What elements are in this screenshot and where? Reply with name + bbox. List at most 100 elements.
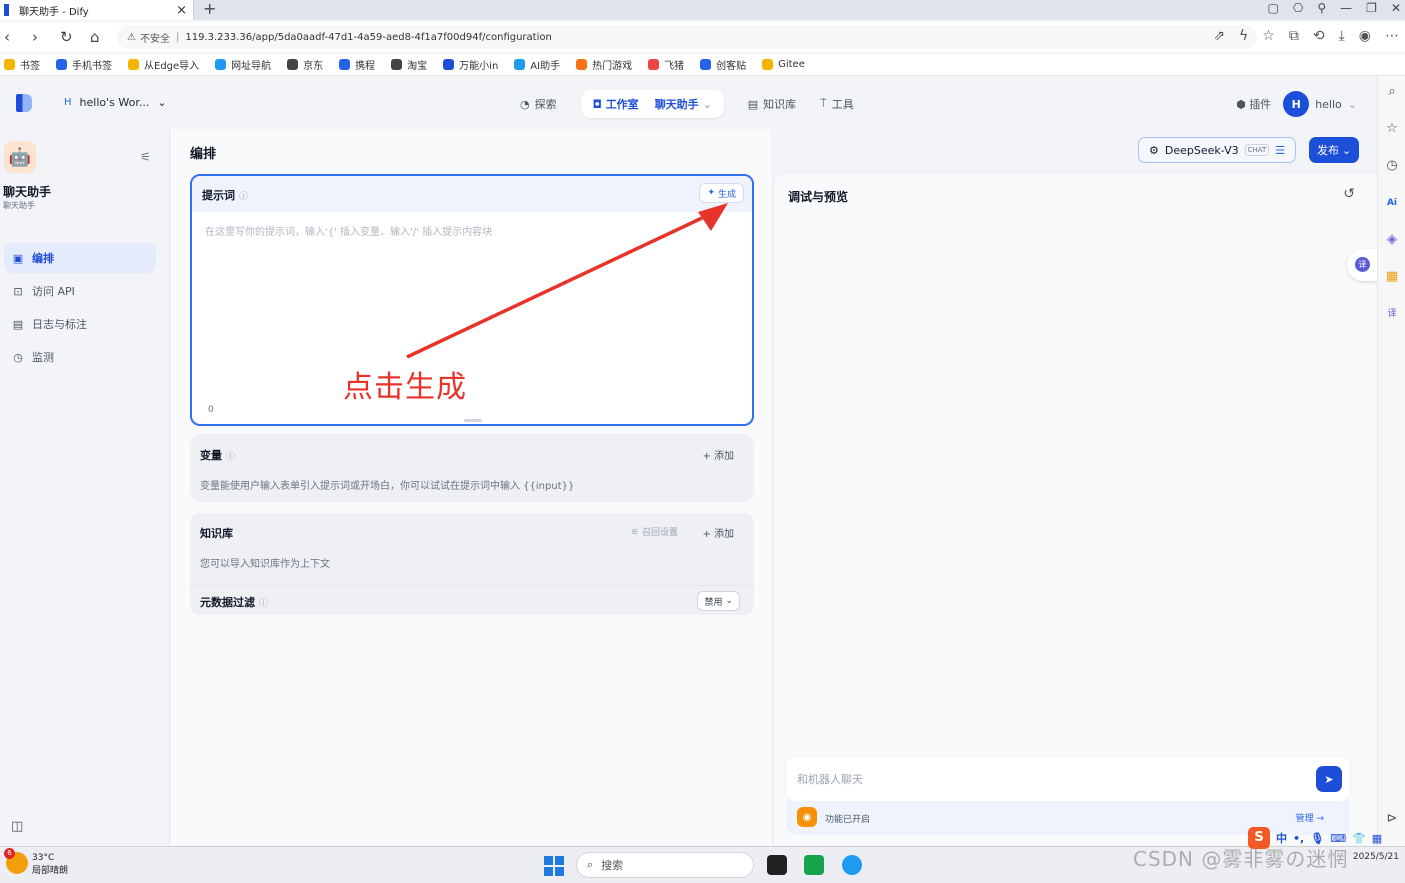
help-icon[interactable]: ⓘ bbox=[226, 452, 235, 462]
task-view-icon[interactable] bbox=[767, 855, 787, 875]
back-icon[interactable]: ‹ bbox=[4, 28, 10, 46]
bookmark-item[interactable]: 创客贴 bbox=[700, 57, 746, 72]
metadata-filter-select[interactable]: 禁用 ⌄ bbox=[697, 591, 740, 611]
resize-handle[interactable] bbox=[464, 419, 482, 422]
add-knowledge-button[interactable]: + 添加 bbox=[702, 525, 734, 540]
bookmark-item[interactable]: 万能小in bbox=[443, 57, 498, 72]
bookmark-item[interactable]: AI助手 bbox=[514, 57, 560, 72]
sidebar-item-label: 编排 bbox=[32, 252, 54, 265]
apps-grid-icon[interactable]: ▦ bbox=[1372, 832, 1382, 845]
reload-icon[interactable]: ↻ bbox=[60, 28, 73, 46]
forward-icon[interactable]: › bbox=[32, 28, 38, 46]
expand-icon[interactable]: ⊳ bbox=[1384, 811, 1400, 827]
nav-explore[interactable]: ◔ 探索 bbox=[520, 96, 557, 112]
split-screen-icon[interactable]: ⧉ bbox=[1289, 28, 1299, 44]
send-icon: ➤ bbox=[1324, 772, 1334, 786]
download-icon[interactable]: ⤓ bbox=[1339, 28, 1345, 44]
collapse-sidebar-icon[interactable]: ◫ bbox=[11, 819, 23, 834]
translate-icon[interactable]: 译 bbox=[1384, 306, 1400, 322]
bookmark-item[interactable]: 网址导航 bbox=[215, 57, 271, 72]
dify-logo-icon[interactable] bbox=[16, 94, 32, 112]
metadata-filter-row: 元数据过滤 ⓘ 禁用 ⌄ bbox=[190, 585, 754, 615]
collections-icon[interactable]: ⟲ bbox=[1313, 28, 1325, 44]
profile-icon[interactable]: ◉ bbox=[1359, 28, 1371, 44]
bookmark-item[interactable]: 书签 bbox=[4, 57, 40, 72]
ai-icon[interactable]: Ai bbox=[1384, 195, 1400, 211]
send-button[interactable]: ➤ bbox=[1316, 766, 1342, 792]
maximize-icon[interactable]: ❐ bbox=[1366, 1, 1377, 15]
skin-icon[interactable]: 👕 bbox=[1352, 832, 1366, 845]
sliders-icon[interactable]: ⚟ bbox=[140, 150, 151, 164]
read-aloud-icon[interactable]: ⇗ bbox=[1213, 28, 1225, 44]
lightning-icon[interactable]: ϟ bbox=[1239, 28, 1248, 44]
new-tab-button[interactable]: + bbox=[203, 0, 216, 18]
taskbar-search[interactable]: ⌕ 搜索 bbox=[576, 852, 754, 878]
generate-button[interactable]: ✦ 生成 bbox=[699, 183, 744, 203]
sidebar-item-monitor[interactable]: ◷ 监测 bbox=[4, 342, 156, 372]
bookmark-item[interactable]: 飞猪 bbox=[648, 57, 684, 72]
search-icon[interactable]: ⌕ bbox=[1384, 84, 1400, 100]
publish-button[interactable]: 发布 ⌄ bbox=[1309, 137, 1360, 163]
sidebar-item-api[interactable]: ⊡ 访问 API bbox=[4, 276, 156, 306]
bookmark-item[interactable]: 手机书签 bbox=[56, 57, 112, 72]
nav-tools[interactable]: ⍑ 工具 bbox=[820, 96, 854, 112]
extensions-icon[interactable]: ⚲ bbox=[1317, 1, 1326, 15]
plugins-button[interactable]: ⬢ 插件 bbox=[1236, 96, 1271, 112]
toolbox-icon[interactable]: ▦ bbox=[1384, 269, 1400, 285]
edge-browser-icon[interactable] bbox=[842, 855, 862, 875]
address-bar-row: ‹ › ↻ ⌂ ⚠ 不安全 | 119.3.233.36/app/5da0aad… bbox=[0, 22, 1405, 52]
recall-settings-button[interactable]: ⚟ 召回设置 bbox=[631, 525, 678, 538]
refresh-icon[interactable]: ↺ bbox=[1343, 186, 1355, 202]
generate-label: 生成 bbox=[717, 189, 736, 200]
chat-input[interactable]: 和机器人聊天 ➤ bbox=[786, 757, 1350, 801]
bookmark-label: 热门游戏 bbox=[592, 61, 633, 72]
bookmarks-bar: 书签 手机书签 从Edge导入 网址导航 京东 携程 淘宝 万能小in AI助手 热门游戏 飞猪 创客… bbox=[0, 54, 1405, 76]
prompt-input[interactable]: 在这里写你的提示词，输入'{' 插入变量、输入'/' 插入提示内容块 bbox=[205, 223, 492, 238]
app-icon[interactable] bbox=[804, 855, 824, 875]
help-icon[interactable]: ⓘ bbox=[259, 599, 268, 609]
sidebar-item-logs[interactable]: ▤ 日志与标注 bbox=[4, 309, 156, 339]
address-bar-actions: ⇗ ϟ ☆ ⧉ ⟲ ⤓ ◉ ⋯ bbox=[1213, 28, 1399, 44]
nav-tools-label: 工具 bbox=[831, 98, 854, 111]
bookmark-item[interactable]: 从Edge导入 bbox=[128, 57, 199, 72]
translate-float-button[interactable]: 译 bbox=[1347, 249, 1379, 281]
url-field[interactable]: ⚠ 不安全 | 119.3.233.36/app/5da0aadf-47d1-4… bbox=[117, 25, 1257, 49]
browser-tab[interactable]: 聊天助手 - Dify × bbox=[0, 0, 194, 20]
help-icon[interactable]: ⓘ bbox=[239, 192, 248, 202]
sidebar-item-orchestrate[interactable]: ▣ 编排 bbox=[4, 243, 156, 273]
prompt-editor[interactable]: 提示词 ⓘ ✦ 生成 在这里写你的提示词，输入'{' 插入变量、输入'/' 插入提… bbox=[190, 174, 754, 426]
window-close-icon[interactable]: ✕ bbox=[1391, 1, 1401, 15]
bookmark-item[interactable]: 淘宝 bbox=[391, 57, 427, 72]
manage-features-link[interactable]: 管理 → bbox=[1296, 811, 1324, 824]
metadata-filter-value: 禁用 bbox=[704, 597, 723, 608]
window-controls: ▢ ⎔ ⚲ — ❐ ✕ bbox=[1268, 1, 1401, 15]
bookmark-item[interactable]: Gitee bbox=[762, 59, 805, 70]
nav-studio[interactable]: ◘ 工作室 聊天助手 ⌄ bbox=[580, 90, 724, 118]
star-icon[interactable]: ☆ bbox=[1384, 121, 1400, 137]
studio-tab[interactable]: ◘ 工作室 bbox=[593, 96, 639, 112]
nav-app-label: 聊天助手 bbox=[654, 98, 699, 111]
system-clock[interactable]: 2025/5/21 bbox=[1353, 850, 1399, 864]
user-menu[interactable]: H hello ⌄ bbox=[1283, 91, 1357, 117]
more-icon[interactable]: ⋯ bbox=[1385, 28, 1399, 44]
workspace-switcher[interactable]: H hello's Wor... ⌄ bbox=[64, 96, 167, 109]
minimize-icon[interactable]: — bbox=[1340, 1, 1352, 15]
bookmark-item[interactable]: 携程 bbox=[339, 57, 375, 72]
games-icon[interactable]: ◈ bbox=[1384, 232, 1400, 248]
nav-studio-label: 工作室 bbox=[605, 98, 639, 111]
bookmark-item[interactable]: 热门游戏 bbox=[576, 57, 632, 72]
model-selector[interactable]: ⚙ DeepSeek-V3 CHAT ☰ bbox=[1138, 137, 1297, 163]
add-variable-button[interactable]: + 添加 bbox=[702, 447, 734, 462]
favorite-star-icon[interactable]: ☆ bbox=[1262, 28, 1275, 44]
log-icon: ▤ bbox=[12, 317, 24, 331]
tab-close-icon[interactable]: × bbox=[176, 3, 187, 18]
profile-switch-icon[interactable]: ⎔ bbox=[1293, 1, 1303, 15]
app-switcher[interactable]: 聊天助手 ⌄ bbox=[655, 96, 712, 112]
workspaces-icon[interactable]: ▢ bbox=[1268, 1, 1279, 15]
home-icon[interactable]: ⌂ bbox=[90, 28, 100, 46]
bookmark-item[interactable]: 京东 bbox=[287, 57, 323, 72]
nav-knowledge[interactable]: ▤ 知识库 bbox=[748, 96, 796, 112]
windows-start-icon[interactable] bbox=[544, 856, 564, 876]
weather-widget[interactable]: 6 33°C 局部晴朗 bbox=[4, 848, 68, 878]
history-icon[interactable]: ◷ bbox=[1384, 158, 1400, 174]
